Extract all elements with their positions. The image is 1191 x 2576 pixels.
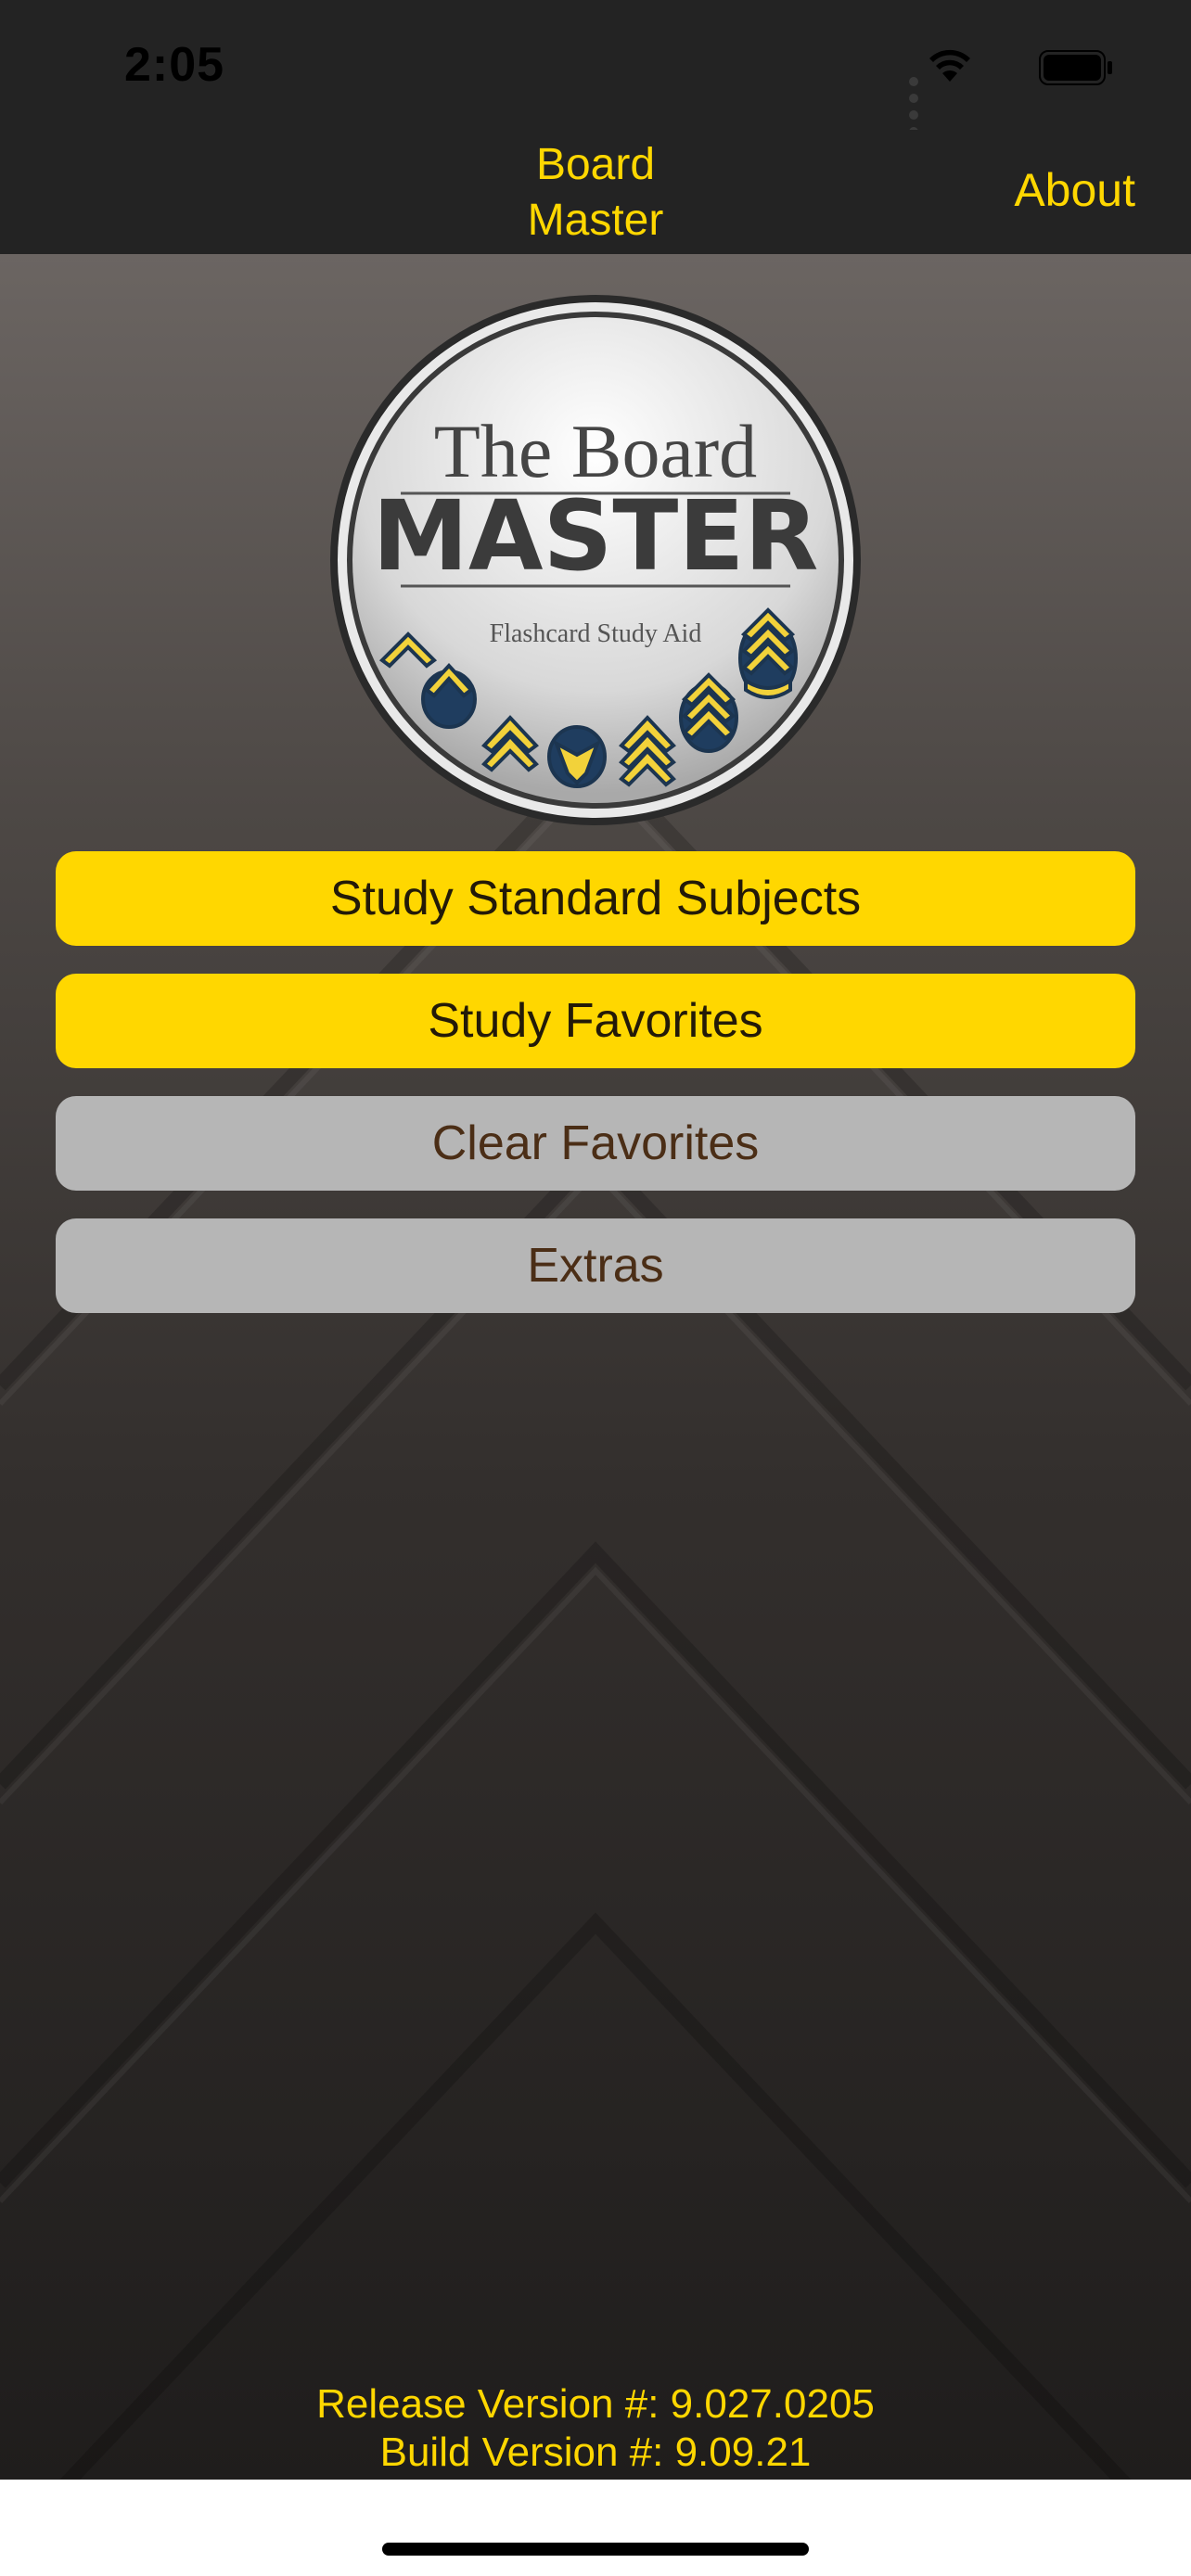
release-version-label: Release Version #: 9.027.0205 bbox=[316, 2381, 875, 2427]
page-title: Board Master bbox=[410, 137, 781, 249]
study-standard-subjects-button[interactable]: Study Standard Subjects bbox=[56, 851, 1135, 946]
study-favorites-button[interactable]: Study Favorites bbox=[56, 974, 1135, 1068]
home-indicator-area bbox=[0, 2480, 1191, 2576]
title-line-1: Board bbox=[535, 140, 656, 189]
battery-icon bbox=[1039, 50, 1112, 85]
logo-tagline: Flashcard Study Aid bbox=[490, 619, 702, 648]
extras-button[interactable]: Extras bbox=[56, 1218, 1135, 1313]
clear-favorites-button[interactable]: Clear Favorites bbox=[56, 1096, 1135, 1191]
about-button[interactable]: About bbox=[1014, 163, 1135, 217]
board-master-logo: The Board MASTER Flashcard Study Aid bbox=[330, 295, 861, 825]
status-bar: 2:05 bbox=[0, 0, 1191, 136]
status-time: 2:05 bbox=[124, 38, 225, 92]
main-content: The Board MASTER Flashcard Study Aid Stu… bbox=[0, 254, 1191, 2480]
wifi-icon bbox=[929, 49, 970, 82]
title-line-2: Master bbox=[527, 196, 664, 245]
navigation-bar: Board Master About bbox=[0, 130, 1191, 254]
build-version-label: Build Version #: 9.09.21 bbox=[379, 2429, 812, 2475]
home-indicator[interactable] bbox=[382, 2543, 809, 2556]
logo-line-2: MASTER bbox=[373, 479, 819, 593]
